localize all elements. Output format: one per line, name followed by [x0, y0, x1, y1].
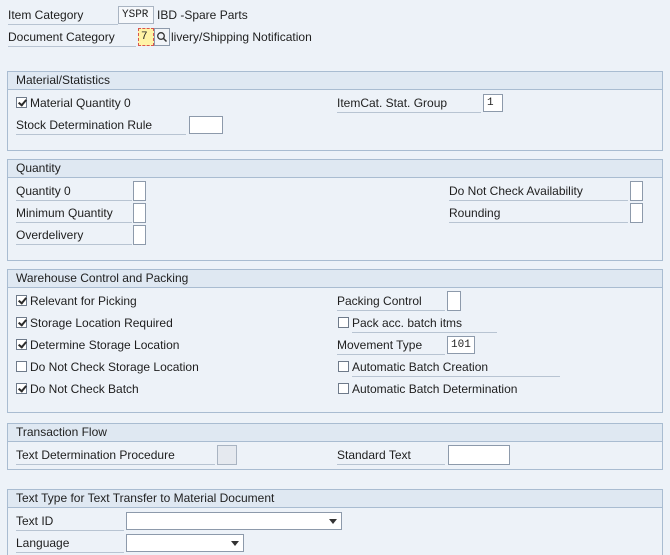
automatic-batch-determination-checkbox[interactable] — [338, 383, 349, 394]
standard-text-label: Standard Text — [337, 446, 445, 465]
do-not-check-storage-location-checkbox[interactable] — [16, 361, 27, 372]
pack-acc-batch-itms-label: Pack acc. batch itms — [352, 314, 497, 333]
do-not-check-availability-field[interactable] — [630, 181, 643, 201]
automatic-batch-determination-label: Automatic Batch Determination — [352, 382, 518, 396]
relevant-for-picking-checkbox[interactable] — [16, 295, 27, 306]
material-statistics-title: Material/Statistics — [8, 72, 662, 90]
relevant-for-picking-label: Relevant for Picking — [30, 294, 137, 308]
text-id-dropdown[interactable] — [126, 512, 342, 530]
movement-type-label: Movement Type — [337, 336, 445, 355]
overdelivery-label: Overdelivery — [16, 226, 132, 245]
text-id-label: Text ID — [16, 512, 124, 531]
do-not-check-storage-location-label: Do Not Check Storage Location — [30, 360, 199, 374]
warehouse-control-title: Warehouse Control and Packing — [8, 270, 662, 288]
transaction-flow-title: Transaction Flow — [8, 424, 662, 442]
document-category-label: Document Category — [8, 28, 136, 47]
packing-control-field[interactable] — [447, 291, 461, 311]
overdelivery-field[interactable] — [133, 225, 146, 245]
determine-storage-location-label: Determine Storage Location — [30, 338, 180, 352]
storage-location-required-checkbox[interactable] — [16, 317, 27, 328]
itemcat-stat-group-label: ItemCat. Stat. Group — [337, 94, 481, 113]
itemcat-stat-group-field[interactable]: 1 — [483, 94, 503, 112]
material-quantity-0-label: Material Quantity 0 — [30, 96, 131, 110]
language-label: Language — [16, 534, 124, 553]
automatic-batch-creation-label: Automatic Batch Creation — [352, 358, 560, 377]
chevron-down-icon — [329, 519, 337, 524]
do-not-check-availability-label: Do Not Check Availability — [449, 182, 628, 201]
standard-text-field[interactable] — [448, 445, 510, 465]
document-category-field[interactable]: 7 — [138, 28, 154, 46]
determine-storage-location-checkbox[interactable] — [16, 339, 27, 350]
rounding-field[interactable] — [630, 203, 643, 223]
do-not-check-batch-checkbox[interactable] — [16, 383, 27, 394]
quantity-title: Quantity — [8, 160, 662, 178]
minimum-quantity-field[interactable] — [133, 203, 146, 223]
language-dropdown[interactable] — [126, 534, 244, 552]
pack-acc-batch-itms-checkbox[interactable] — [338, 317, 349, 328]
item-category-description: IBD -Spare Parts — [157, 8, 248, 22]
item-category-label: Item Category — [8, 6, 118, 25]
quantity-0-field[interactable] — [133, 181, 146, 201]
stock-determination-rule-field[interactable] — [189, 116, 223, 134]
text-determination-procedure-label: Text Determination Procedure — [16, 446, 215, 465]
item-category-field[interactable]: YSPR — [118, 6, 154, 24]
do-not-check-batch-label: Do Not Check Batch — [30, 382, 139, 396]
minimum-quantity-label: Minimum Quantity — [16, 204, 132, 223]
text-determination-procedure-field[interactable] — [217, 445, 237, 465]
quantity-0-label: Quantity 0 — [16, 182, 132, 201]
magnifier-icon — [157, 32, 168, 43]
material-quantity-0-checkbox[interactable] — [16, 97, 27, 108]
chevron-down-icon — [231, 541, 239, 546]
text-type-title: Text Type for Text Transfer to Material … — [8, 490, 662, 508]
rounding-label: Rounding — [449, 204, 628, 223]
movement-type-field[interactable]: 101 — [447, 336, 475, 354]
automatic-batch-creation-checkbox[interactable] — [338, 361, 349, 372]
storage-location-required-label: Storage Location Required — [30, 316, 173, 330]
document-category-description: livery/Shipping Notification — [171, 30, 312, 44]
packing-control-label: Packing Control — [337, 292, 445, 311]
stock-determination-rule-label: Stock Determination Rule — [16, 116, 186, 135]
value-help-button[interactable] — [154, 28, 170, 46]
